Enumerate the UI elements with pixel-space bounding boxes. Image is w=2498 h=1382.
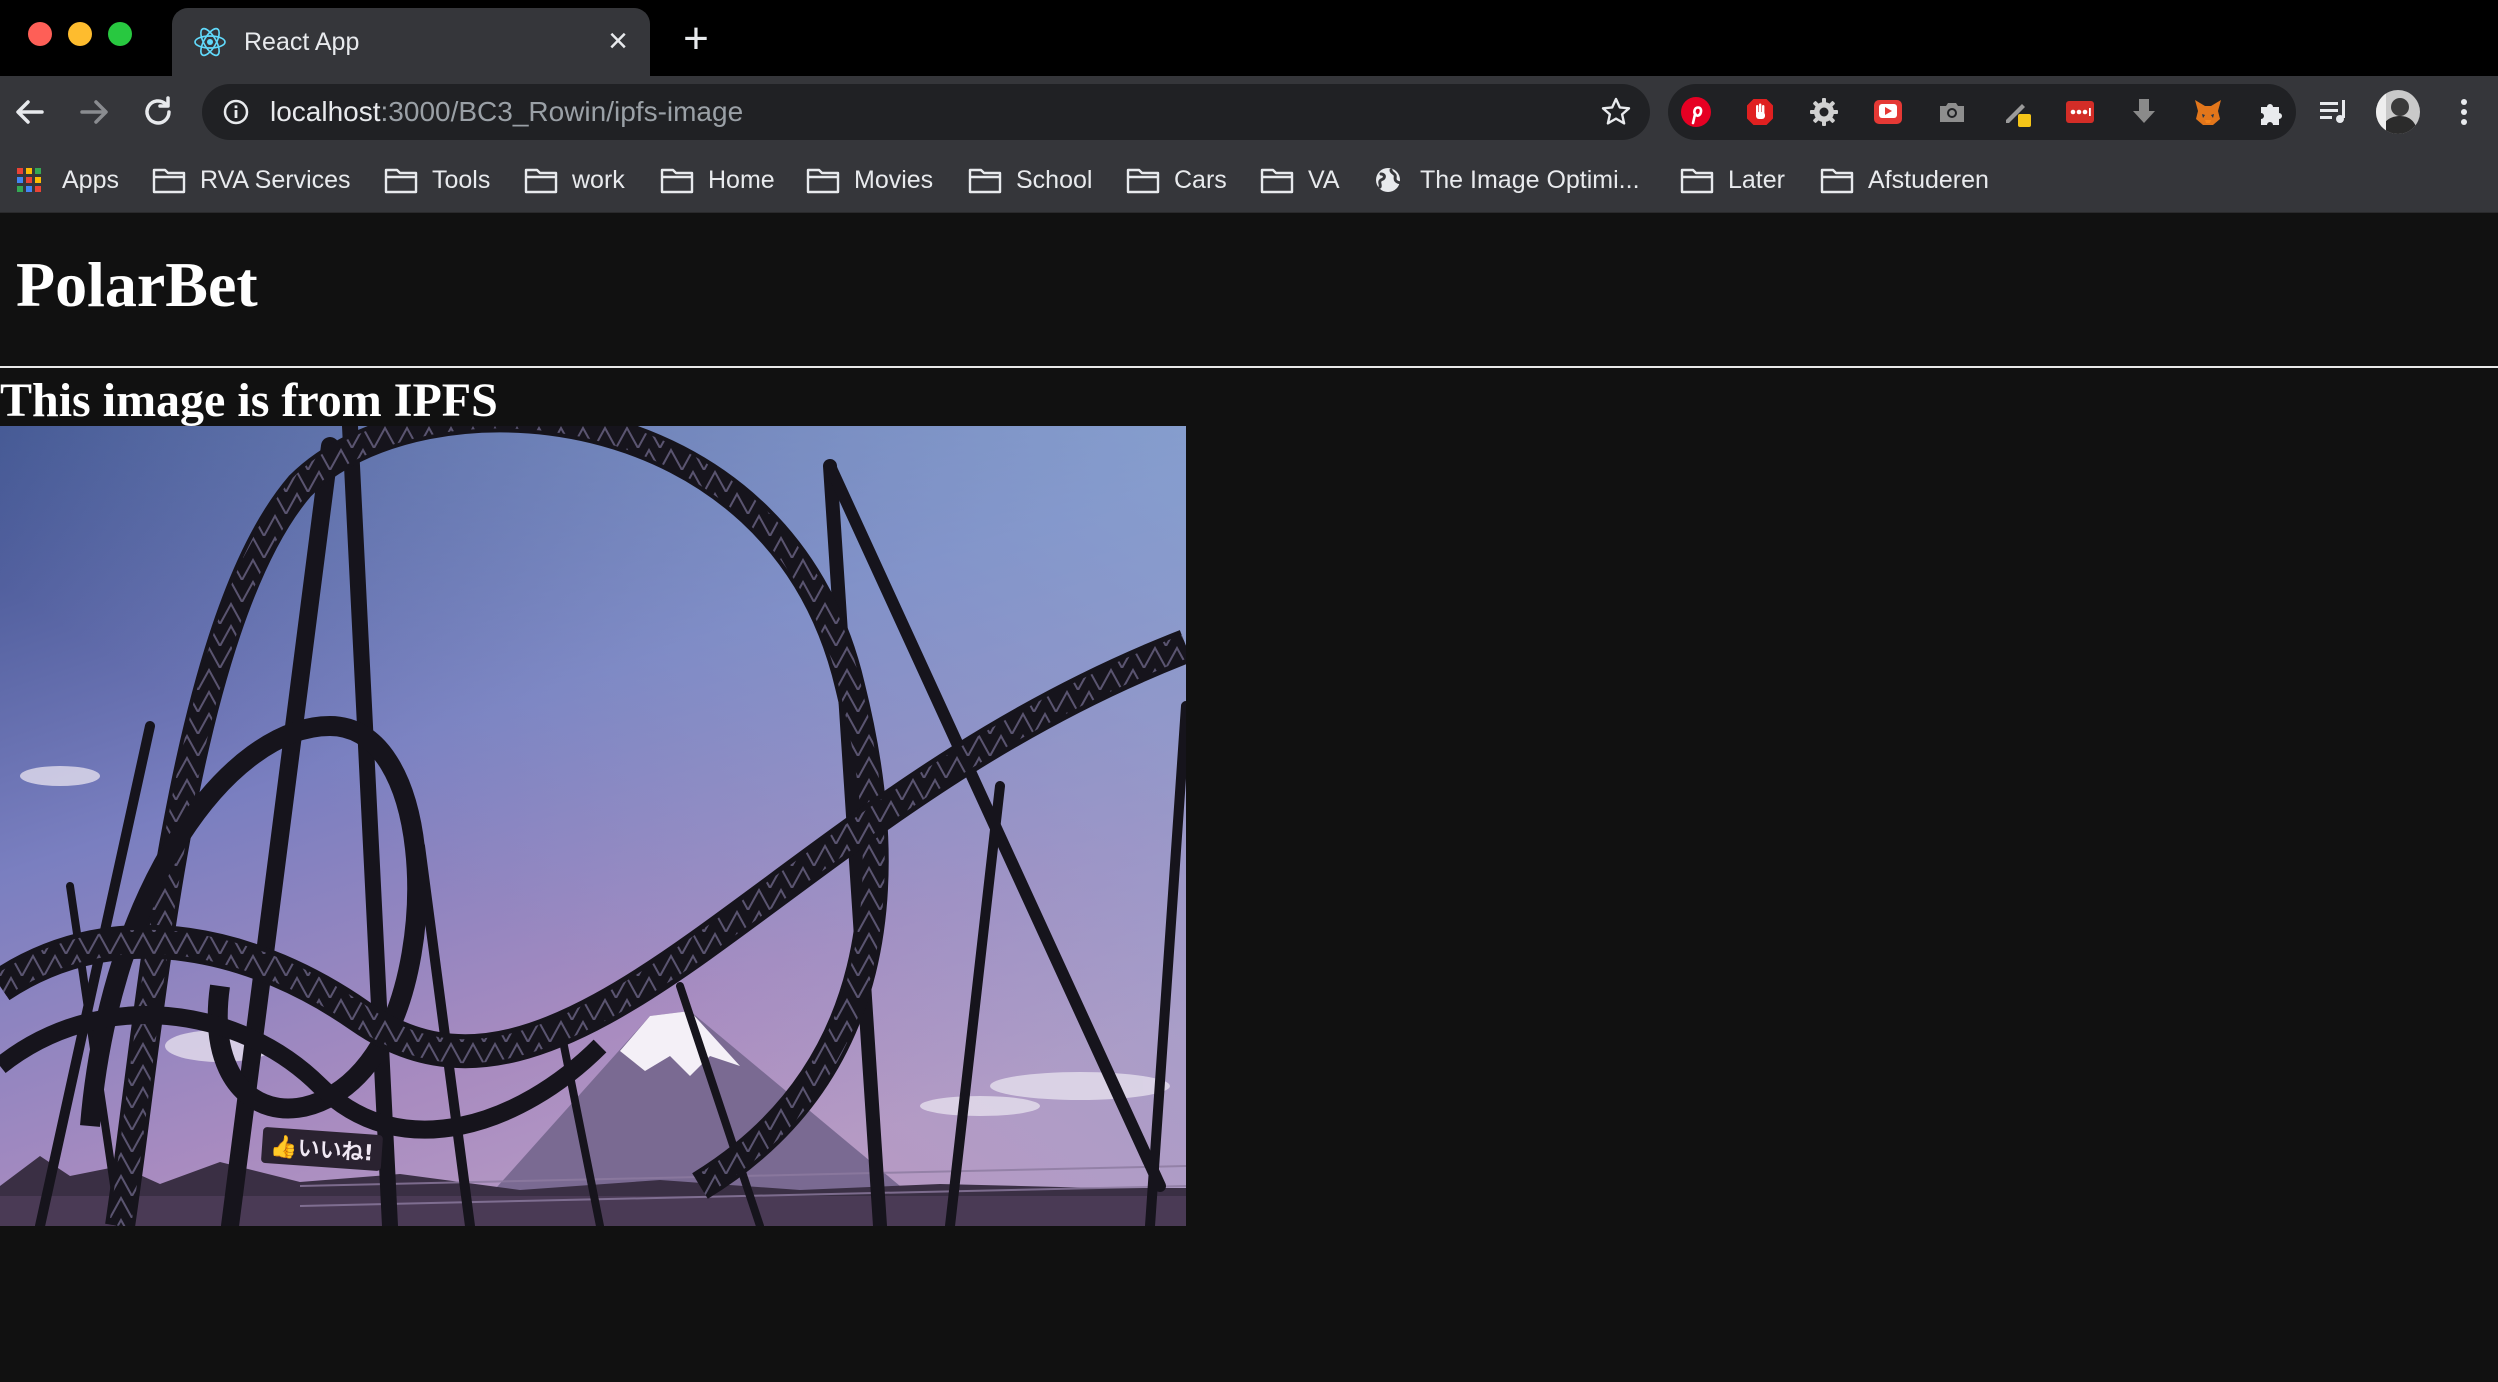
- reload-icon: [145, 96, 171, 125]
- bookmark-image-optimizer[interactable]: The Image Optimi...: [1372, 148, 1640, 212]
- arrow-right-icon: [80, 100, 108, 124]
- bookmark-label: RVA Services: [200, 165, 351, 194]
- tab-title: React App: [244, 28, 360, 56]
- bookmark-rva-services[interactable]: RVA Services: [152, 148, 351, 212]
- folder-icon: [1680, 168, 1714, 194]
- bookmarks-bar: Apps RVA Services Tools work Home Movies…: [0, 148, 2498, 213]
- folder-icon: [660, 168, 694, 194]
- puzzle-icon[interactable]: [2256, 96, 2288, 128]
- close-tab-icon[interactable]: ×: [600, 24, 636, 60]
- pen-icon[interactable]: [2000, 96, 2032, 128]
- metamask-icon[interactable]: [2192, 96, 2224, 128]
- bookmark-label: Tools: [432, 165, 491, 194]
- folder-icon: [152, 168, 186, 194]
- profile-avatar[interactable]: [2376, 90, 2420, 134]
- bookmark-va[interactable]: VA: [1260, 148, 1340, 212]
- page-content: PolarBet This image is from IPFS 👍いいね!: [0, 213, 2498, 1382]
- maximize-window-button[interactable]: [108, 22, 132, 46]
- bookmark-school[interactable]: School: [968, 148, 1092, 212]
- bookmark-label: Later: [1728, 165, 1785, 194]
- youtube-icon[interactable]: [1872, 96, 1904, 128]
- arrow-left-icon: [16, 100, 44, 124]
- folder-icon: [1260, 168, 1294, 194]
- url-path: :3000/BC3_Rowin/ipfs-image: [380, 96, 744, 127]
- bookmark-afstuderen[interactable]: Afstuderen: [1820, 148, 1989, 212]
- apps-grid-icon: [17, 168, 41, 192]
- bookmark-home[interactable]: Home: [660, 148, 775, 212]
- bookmark-label: The Image Optimi...: [1420, 165, 1640, 194]
- globe-icon: [1376, 168, 1402, 192]
- download-icon[interactable]: [2128, 96, 2160, 128]
- bookmark-label: Afstuderen: [1868, 165, 1989, 194]
- bookmark-label: Cars: [1174, 165, 1227, 194]
- forward-button[interactable]: [70, 88, 118, 136]
- tab-react-app[interactable]: React App ×: [172, 8, 650, 76]
- address-bar[interactable]: localhost:3000/BC3_Rowin/ipfs-image: [202, 84, 1650, 140]
- bookmark-label: Movies: [854, 165, 934, 194]
- bookmark-label: work: [572, 165, 625, 194]
- folder-icon: [968, 168, 1002, 194]
- back-button[interactable]: [6, 88, 54, 136]
- bookmark-later[interactable]: Later: [1680, 148, 1785, 212]
- minimize-window-button[interactable]: [68, 22, 92, 46]
- bookmark-apps[interactable]: Apps: [14, 148, 119, 212]
- toolbar: localhost:3000/BC3_Rowin/ipfs-image: [0, 76, 2498, 148]
- bookmark-label: VA: [1308, 165, 1340, 194]
- bookmark-label: School: [1016, 165, 1093, 194]
- url-host: localhost: [270, 96, 381, 127]
- folder-icon: [1820, 168, 1854, 194]
- bookmark-cars[interactable]: Cars: [1126, 148, 1227, 212]
- more-menu-icon[interactable]: [2446, 94, 2482, 130]
- folder-icon: [1126, 168, 1160, 194]
- roller-coaster-image: 👍いいね!: [0, 426, 1186, 1226]
- page-title: PolarBet: [16, 249, 258, 320]
- new-tab-button[interactable]: +: [676, 17, 716, 61]
- close-window-button[interactable]: [28, 22, 52, 46]
- camera-icon[interactable]: [1936, 96, 1968, 128]
- adblock-icon[interactable]: [1744, 96, 1776, 128]
- media-control-icon[interactable]: [2316, 94, 2352, 130]
- bookmark-label: Apps: [62, 165, 119, 194]
- divider: [0, 366, 2498, 368]
- url-text[interactable]: localhost:3000/BC3_Rowin/ipfs-image: [270, 84, 743, 140]
- info-icon[interactable]: [222, 98, 250, 126]
- section-heading: This image is from IPFS: [0, 374, 498, 427]
- pinterest-icon[interactable]: [1680, 96, 1712, 128]
- ipfs-image: 👍いいね!: [0, 426, 1186, 1226]
- folder-icon: [384, 168, 418, 194]
- tab-strip: React App × +: [0, 0, 2498, 76]
- gear-icon[interactable]: [1808, 96, 1840, 128]
- bookmark-tools[interactable]: Tools: [384, 148, 490, 212]
- folder-icon: [806, 168, 840, 194]
- reload-button[interactable]: [134, 88, 182, 136]
- extensions-group: [1668, 84, 2296, 140]
- bookmark-label: Home: [708, 165, 775, 194]
- bookmark-work[interactable]: work: [524, 148, 625, 212]
- folder-icon: [524, 168, 558, 194]
- react-icon: [194, 27, 226, 57]
- bookmark-star-icon[interactable]: [1600, 96, 1632, 128]
- lastpass-icon[interactable]: [2064, 96, 2096, 128]
- bookmark-movies[interactable]: Movies: [806, 148, 933, 212]
